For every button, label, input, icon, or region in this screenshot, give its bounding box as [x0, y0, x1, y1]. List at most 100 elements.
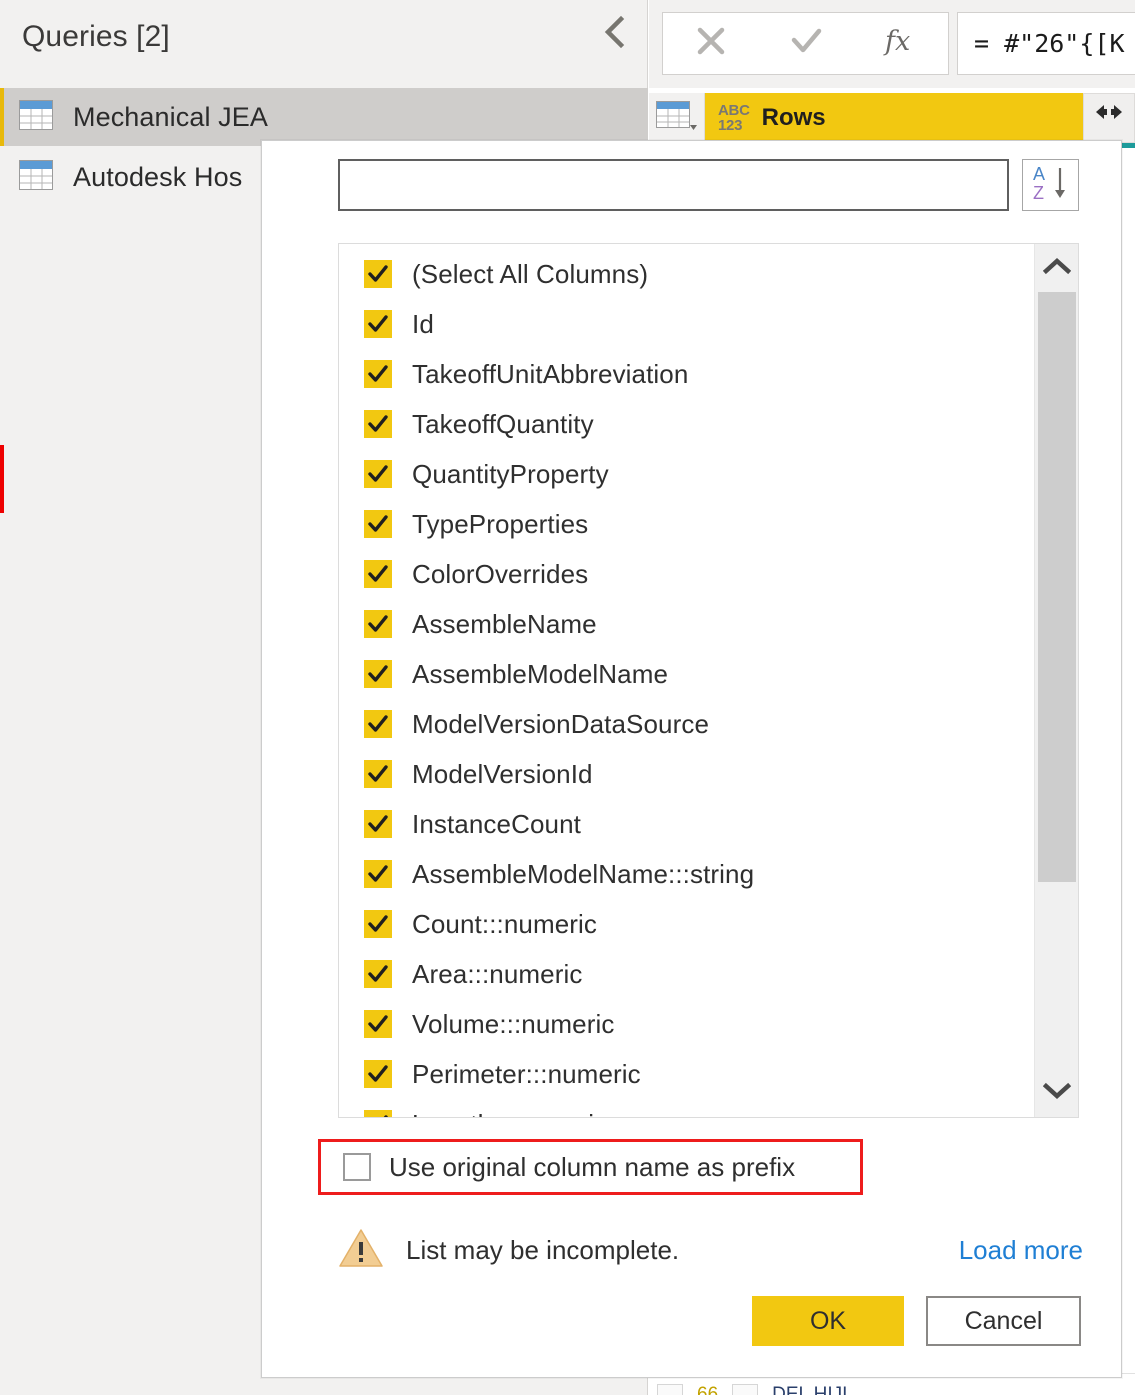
- partial-row-value-2: DEL HIJI: [772, 1384, 847, 1395]
- list-item-label: InstanceCount: [412, 809, 581, 840]
- checkmark-icon: [787, 22, 825, 65]
- formula-fx-button[interactable]: fx: [865, 14, 937, 74]
- column-checkbox[interactable]: [364, 860, 392, 888]
- scrollbar-thumb[interactable]: [1038, 292, 1076, 882]
- expand-columns-icon: [1093, 103, 1125, 134]
- type-badge-abc: ABC: [718, 103, 750, 118]
- partial-row-cell: [657, 1384, 683, 1395]
- list-item-label: Volume:::numeric: [412, 1009, 614, 1040]
- list-item-label: AssembleName: [412, 609, 597, 640]
- column-checkbox[interactable]: [364, 360, 392, 388]
- list-item[interactable]: TakeoffQuantity: [339, 399, 1034, 449]
- column-header-row: ABC 123 Rows: [649, 93, 1135, 143]
- list-item[interactable]: TakeoffUnitAbbreviation: [339, 349, 1034, 399]
- list-item[interactable]: ModelVersionId: [339, 749, 1034, 799]
- query-item-label: Autodesk Hos: [73, 162, 242, 193]
- list-item-label: ModelVersionDataSource: [412, 709, 709, 740]
- list-item[interactable]: Id: [339, 299, 1034, 349]
- partial-row-cell: [732, 1384, 758, 1395]
- scroll-up-button[interactable]: [1035, 244, 1079, 292]
- list-item[interactable]: (Select All Columns): [339, 249, 1034, 299]
- list-item[interactable]: AssembleModelName: [339, 649, 1034, 699]
- cancel-button[interactable]: Cancel: [926, 1296, 1081, 1346]
- query-list-item-mechanical-jea[interactable]: Mechanical JEA: [0, 88, 648, 146]
- column-checkbox[interactable]: [364, 1110, 392, 1117]
- list-item[interactable]: AssembleName: [339, 599, 1034, 649]
- svg-text:A: A: [1033, 164, 1045, 184]
- ok-button[interactable]: OK: [752, 1296, 904, 1346]
- table-selector-button[interactable]: [649, 93, 705, 143]
- column-checkbox[interactable]: [364, 460, 392, 488]
- column-checkbox[interactable]: [364, 710, 392, 738]
- partial-row-value-1: 66: [697, 1384, 718, 1395]
- scroll-down-button[interactable]: [1035, 1069, 1079, 1117]
- list-item[interactable]: ModelVersionDataSource: [339, 699, 1034, 749]
- column-checkbox[interactable]: [364, 810, 392, 838]
- search-input[interactable]: [338, 159, 1009, 211]
- list-item[interactable]: TypeProperties: [339, 499, 1034, 549]
- column-checkbox[interactable]: [364, 910, 392, 938]
- column-checkbox[interactable]: [364, 1010, 392, 1038]
- table-icon: [19, 100, 53, 135]
- svg-text:Z: Z: [1033, 183, 1044, 203]
- sort-az-button[interactable]: A Z: [1022, 159, 1079, 211]
- prefix-checkbox[interactable]: [343, 1153, 371, 1181]
- selected-accent-bar: [0, 148, 4, 206]
- column-checkbox[interactable]: [364, 310, 392, 338]
- formula-text: = #"26"{[K: [974, 29, 1125, 58]
- list-item[interactable]: InstanceCount: [339, 799, 1034, 849]
- list-item[interactable]: Count:::numeric: [339, 899, 1034, 949]
- close-x-icon: [692, 22, 730, 65]
- expand-columns-dialog: A Z (Select All Columns): [261, 140, 1122, 1378]
- collapse-pane-button[interactable]: [594, 12, 634, 52]
- list-item[interactable]: Area:::numeric: [339, 949, 1034, 999]
- formula-cancel-button[interactable]: [675, 14, 747, 74]
- column-header-rows[interactable]: ABC 123 Rows: [705, 93, 1083, 143]
- column-checkbox[interactable]: [364, 560, 392, 588]
- list-item-label: ColorOverrides: [412, 559, 588, 590]
- query-item-label: Mechanical JEA: [73, 102, 268, 133]
- list-item-label: TakeoffUnitAbbreviation: [412, 359, 688, 390]
- column-checkbox[interactable]: [364, 510, 392, 538]
- column-header-label: Rows: [762, 104, 826, 132]
- list-item[interactable]: Perimeter:::numeric: [339, 1049, 1034, 1099]
- list-item[interactable]: Volume:::numeric: [339, 999, 1034, 1049]
- list-item[interactable]: Length:::numeric: [339, 1099, 1034, 1117]
- list-item[interactable]: QuantityProperty: [339, 449, 1034, 499]
- power-query-editor-window: Queries [2]: [0, 0, 1135, 1395]
- list-item-label: ModelVersionId: [412, 759, 593, 790]
- list-item[interactable]: AssembleModelName:::string: [339, 849, 1034, 899]
- columns-list: (Select All Columns) Id TakeoffUnitAbbre…: [339, 244, 1034, 1117]
- use-original-column-name-prefix-option[interactable]: Use original column name as prefix: [318, 1139, 863, 1195]
- formula-input[interactable]: = #"26"{[K: [957, 12, 1135, 75]
- list-item-label: AssembleModelName: [412, 659, 668, 690]
- formula-accept-button[interactable]: [770, 14, 842, 74]
- column-checkbox[interactable]: [364, 660, 392, 688]
- list-item-label: Perimeter:::numeric: [412, 1059, 641, 1090]
- formula-bar: fx = #"26"{[K: [649, 0, 1135, 88]
- list-item-label: (Select All Columns): [412, 259, 648, 290]
- chevron-up-icon: [1043, 257, 1071, 280]
- list-item-label: Length:::numeric: [412, 1109, 607, 1118]
- queries-pane-title: Queries [2]: [22, 20, 170, 54]
- column-checkbox[interactable]: [364, 410, 392, 438]
- list-item-label: QuantityProperty: [412, 459, 609, 490]
- formula-bar-buttons: fx: [662, 12, 949, 75]
- sort-az-icon: A Z: [1032, 163, 1070, 208]
- column-checkbox[interactable]: [364, 260, 392, 288]
- column-checkbox[interactable]: [364, 760, 392, 788]
- prefix-checkbox-label: Use original column name as prefix: [389, 1152, 795, 1183]
- columns-listbox[interactable]: (Select All Columns) Id TakeoffUnitAbbre…: [338, 243, 1079, 1118]
- red-edge-marker: [0, 445, 4, 513]
- column-checkbox[interactable]: [364, 610, 392, 638]
- list-vertical-scrollbar[interactable]: [1034, 244, 1078, 1117]
- warning-triangle-icon: [338, 1227, 384, 1274]
- chevron-left-icon: [601, 15, 627, 49]
- column-checkbox[interactable]: [364, 1060, 392, 1088]
- svg-text:fx: fx: [883, 26, 910, 57]
- expand-columns-button[interactable]: [1083, 93, 1135, 143]
- list-item[interactable]: ColorOverrides: [339, 549, 1034, 599]
- incomplete-list-warning: List may be incomplete. Load more: [338, 1226, 1083, 1274]
- load-more-link[interactable]: Load more: [959, 1235, 1083, 1266]
- column-checkbox[interactable]: [364, 960, 392, 988]
